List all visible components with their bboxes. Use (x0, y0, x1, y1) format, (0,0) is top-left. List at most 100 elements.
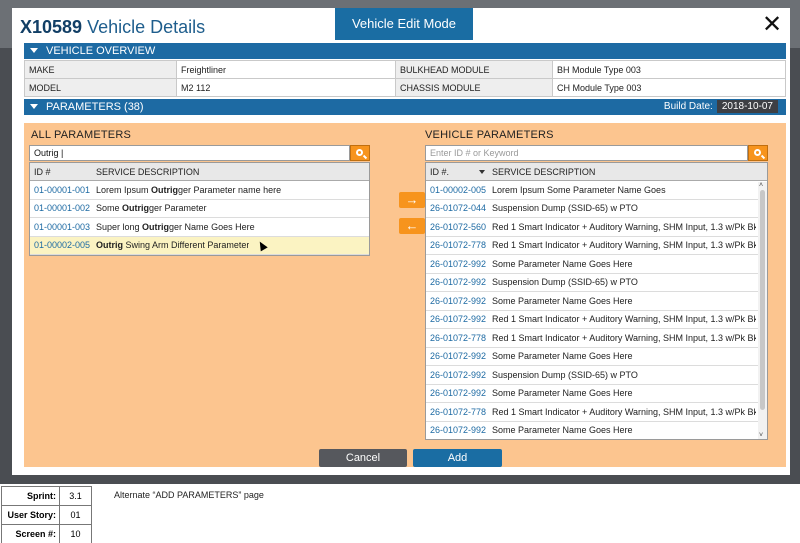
spec-footer: Sprint: 3.1 User Story: 01 Screen #: 10 Alt… (0, 484, 800, 543)
remove-from-vehicle-arrow-button[interactable]: ← (399, 218, 425, 234)
all-parameters-heading: ALL PARAMETERS (31, 129, 131, 141)
chassis-module-label: CHASSIS MODULE (395, 78, 553, 97)
scroll-up-icon[interactable]: ˄ (759, 182, 763, 189)
desc-text: ger Parameter name here (178, 184, 282, 195)
vehicle-parameters-table: ID #. SERVICE DESCRIPTION 01-00002-005 Lo… (425, 162, 768, 440)
vehicle-overview-title: VEHICLE OVERVIEW (46, 45, 156, 57)
param-description: Some Parameter Name Goes Here (492, 295, 633, 306)
param-id: 26-01072-778 (430, 406, 487, 417)
vehicle-overview-table: MAKE Freightliner BULKHEAD MODULE BH Mod… (24, 60, 786, 97)
table-row[interactable]: 01-00001-002 Some Outrigger Parameter (30, 200, 369, 218)
vertical-scrollbar[interactable]: ˄ ˅ (758, 182, 767, 439)
search-button[interactable] (748, 145, 768, 161)
screen-number-value: 10 (59, 524, 92, 543)
table-row[interactable]: 26-01072-992 Suspension Dump (SSID-65) w … (426, 366, 767, 385)
sort-descending-icon[interactable] (479, 169, 486, 174)
match-highlight: Outrig (151, 184, 179, 195)
param-description: Red 1 Smart Indicator + Auditory Warning… (492, 332, 756, 343)
table-row[interactable]: 26-01072-992 Some Parameter Name Goes Her… (426, 348, 767, 366)
chassis-module-value: CH Module Type 003 (552, 78, 786, 97)
desc-text: Super long (96, 221, 143, 232)
parameters-title: PARAMETERS (38) (46, 101, 144, 113)
param-id: 26-01072-992 (430, 314, 487, 325)
param-id: 01-00002-005 (430, 184, 487, 195)
search-icon (356, 149, 363, 156)
spec-table: Sprint: 3.1 User Story: 01 Screen #: 10 (1, 486, 92, 543)
screen-number-label: Screen #: (1, 524, 60, 543)
table-row[interactable]: 26-01072-044 Suspension Dump (SSID-65) w … (426, 200, 767, 218)
description-column-header[interactable]: SERVICE DESCRIPTION (492, 167, 595, 177)
param-id: 26-01072-992 (430, 369, 487, 380)
param-description: Some Outrigger Parameter (96, 203, 207, 213)
overview-row: MODEL M2 112 CHASSIS MODULE CH Module Ty… (24, 78, 786, 97)
scrollbar-thumb[interactable] (760, 190, 765, 410)
param-description: Red 1 Smart Indicator + Auditory Warning… (492, 240, 756, 251)
table-row[interactable]: 26-01072-992 Suspension Dump (SSID-65) w … (426, 274, 767, 292)
vehicle-overview-header[interactable]: VEHICLE OVERVIEW (24, 43, 786, 59)
search-icon (754, 149, 761, 156)
add-button[interactable]: Add (413, 449, 502, 467)
id-column-label: ID #. (430, 166, 450, 177)
table-row-selected[interactable]: 01-00002-005 Outrig Swing Arm Different … (30, 236, 369, 255)
id-column-header[interactable]: ID # (30, 167, 96, 177)
param-id: 01-00001-002 (34, 203, 91, 214)
table-row[interactable]: 01-00001-003 Super long Outrigger Name G… (30, 218, 369, 237)
user-story-label: User Story: (1, 505, 60, 525)
vehicle-parameters-rows: 01-00002-005 Lorem Ipsum Some Parameter N… (426, 181, 767, 440)
param-id: 01-00001-001 (34, 184, 91, 195)
param-description: Some Parameter Name Goes Here (492, 351, 633, 362)
table-row[interactable]: 26-01072-992 Some Parameter Name Goes Her… (426, 385, 767, 403)
id-column-header[interactable]: ID #. (426, 167, 492, 177)
bulkhead-module-label: BULKHEAD MODULE (395, 60, 553, 79)
table-row[interactable]: 01-00001-001 Lorem Ipsum Outrigger Param… (30, 181, 369, 200)
collapse-triangle-icon (30, 48, 38, 53)
table-row[interactable]: 26-01072-992 Red 1 Smart Indicator + Audi… (426, 311, 767, 329)
desc-text: ger Name Goes Here (169, 221, 255, 232)
table-row[interactable]: 26-01072-778 Red 1 Smart Indicator + Audi… (426, 403, 767, 422)
table-row[interactable]: 26-01072-778 Red 1 Smart Indicator + Audi… (426, 237, 767, 255)
all-parameters-search-input[interactable]: Outrig | (29, 145, 350, 161)
search-icon-handle (362, 154, 368, 160)
param-id: 26-01072-044 (430, 203, 487, 214)
scroll-down-icon[interactable]: ˅ (759, 432, 763, 439)
param-id: 26-01072-992 (430, 258, 487, 269)
param-description: Suspension Dump (SSID-65) w PTO (492, 203, 638, 214)
close-icon[interactable]: ✕ (760, 10, 784, 39)
table-row[interactable]: 26-01072-992 Some Parameter Name Goes Her… (426, 292, 767, 311)
table-row[interactable]: 26-01072-778 Red 1 Smart Indicator + Audi… (426, 329, 767, 348)
param-description: Red 1 Smart Indicator + Auditory Warning… (492, 221, 756, 232)
table-row[interactable]: 26-01072-560 Red 1 Smart Indicator + Audi… (426, 218, 767, 237)
table-row[interactable]: 01-00002-005 Lorem Ipsum Some Parameter N… (426, 181, 767, 200)
param-description: Super long Outrigger Name Goes Here (96, 222, 255, 232)
tab-vehicle-edit-mode[interactable]: Vehicle Edit Mode (335, 8, 473, 40)
bulkhead-module-value: BH Module Type 003 (552, 60, 786, 79)
param-description: Red 1 Smart Indicator + Auditory Warning… (492, 314, 756, 325)
param-id: 26-01072-560 (430, 221, 487, 232)
collapse-triangle-icon (30, 104, 38, 109)
desc-text: ger Parameter (149, 203, 207, 214)
model-value: M2 112 (176, 78, 396, 97)
model-label: MODEL (24, 78, 177, 97)
modal-title-text: Vehicle Details (87, 17, 206, 37)
table-row[interactable]: 26-01072-992 Some Parameter Name Goes Her… (426, 422, 767, 440)
cancel-button[interactable]: Cancel (319, 449, 407, 467)
table-row[interactable]: 26-01072-992 Some Parameter Name Goes Her… (426, 255, 767, 274)
param-id: 26-01072-992 (430, 388, 487, 399)
param-description: Some Parameter Name Goes Here (492, 425, 633, 436)
param-id: 26-01072-778 (430, 240, 487, 251)
description-column-header[interactable]: SERVICE DESCRIPTION (96, 167, 199, 177)
sprint-value: 3.1 (59, 486, 92, 506)
search-button[interactable] (350, 145, 370, 161)
desc-text: Swing Arm Different Parameter (123, 240, 250, 251)
vehicle-parameters-search-input[interactable]: Enter ID # or Keyword (425, 145, 748, 161)
match-highlight: Outrig (142, 221, 170, 232)
add-to-vehicle-arrow-button[interactable]: → (399, 192, 425, 208)
parameters-header[interactable]: PARAMETERS (38) Build Date: 2018-10-07 (24, 99, 786, 115)
all-parameters-table: ID # SERVICE DESCRIPTION 01-00001-001 Lo… (29, 162, 370, 256)
desc-text: Lorem Ipsum (96, 184, 152, 195)
param-id: 26-01072-992 (430, 425, 487, 436)
build-date: Build Date: 2018-10-07 (664, 99, 778, 115)
spec-row: Screen #: 10 (1, 524, 92, 543)
sprint-label: Sprint: (1, 486, 60, 506)
user-story-value: 01 (59, 505, 92, 525)
